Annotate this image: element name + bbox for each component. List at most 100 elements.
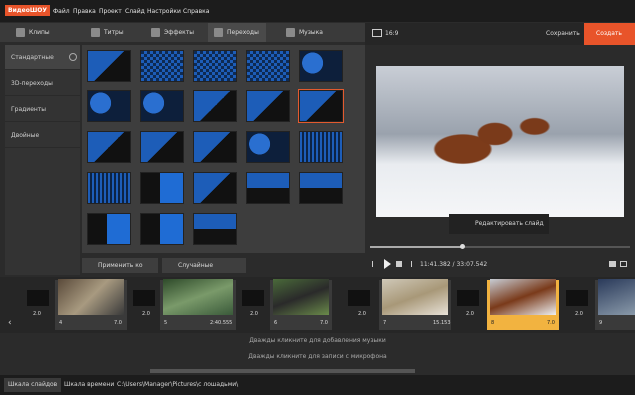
slide-duration: 7.0 xyxy=(320,320,328,326)
tab-titles[interactable]: Титры xyxy=(85,23,145,42)
transition-thumb[interactable] xyxy=(193,213,237,245)
stop-icon[interactable] xyxy=(396,261,402,267)
tab-transitions[interactable]: Переходы xyxy=(208,23,266,42)
transition-thumb[interactable] xyxy=(193,131,237,163)
transition-thumb[interactable] xyxy=(140,50,184,82)
slide-number: 4 xyxy=(59,320,63,326)
close-icon[interactable] xyxy=(69,53,77,61)
tab-time-timeline[interactable]: Шкала времени xyxy=(60,378,118,392)
music-track[interactable]: Дважды кликните для добавления музыки xyxy=(0,334,635,348)
tab-slide-timeline[interactable]: Шкала слайдов xyxy=(4,378,62,392)
transitions-grid xyxy=(82,45,365,253)
transition-duration: 2.0 xyxy=(250,311,258,317)
scrubber-progress xyxy=(370,246,461,248)
transition-item[interactable] xyxy=(348,290,370,306)
tab-effects[interactable]: Эффекты xyxy=(145,23,205,42)
transition-item[interactable] xyxy=(133,290,155,306)
transition-thumb[interactable] xyxy=(246,172,290,204)
transition-thumb[interactable] xyxy=(299,131,343,163)
transition-item[interactable] xyxy=(457,290,479,306)
slide-thumbnail xyxy=(598,279,635,315)
slide-number: 6 xyxy=(274,320,278,326)
mic-track[interactable]: Дважды кликните для записи с микрофона xyxy=(0,350,635,364)
transition-thumb[interactable] xyxy=(87,131,131,163)
titles-icon xyxy=(91,28,100,37)
music-icon xyxy=(286,28,295,37)
transition-duration: 2.0 xyxy=(142,311,150,317)
menu-help[interactable]: Справка xyxy=(183,8,209,15)
transition-thumb[interactable] xyxy=(140,172,184,204)
slide-thumbnail xyxy=(58,279,124,315)
slide-thumbnail xyxy=(273,279,329,315)
slide-thumbnail xyxy=(382,279,448,315)
prev-icon[interactable] xyxy=(372,261,378,267)
transition-thumb[interactable] xyxy=(87,50,131,82)
timecode: 11:41.382 / 33:07.542 xyxy=(420,261,488,268)
transitions-icon xyxy=(214,28,223,37)
scroll-left-icon[interactable]: ‹ xyxy=(8,318,12,328)
slide-number: 7 xyxy=(383,320,387,326)
transition-duration: 2.0 xyxy=(33,311,41,317)
aspect-ratio[interactable]: 16:9 xyxy=(385,30,398,37)
apply-all-button[interactable]: Применить ко всем xyxy=(82,258,158,284)
transition-thumb[interactable] xyxy=(140,90,184,122)
transition-thumb[interactable] xyxy=(193,172,237,204)
transition-thumb-selected[interactable] xyxy=(298,89,344,123)
transition-thumb[interactable] xyxy=(193,50,237,82)
menu-file[interactable]: Файл xyxy=(53,8,70,15)
transition-thumb[interactable] xyxy=(246,131,290,163)
effects-icon xyxy=(151,28,160,37)
transition-thumb[interactable] xyxy=(140,131,184,163)
transition-thumb[interactable] xyxy=(140,213,184,245)
create-button[interactable]: Создать xyxy=(584,23,635,45)
transition-duration: 2.0 xyxy=(466,311,474,317)
slide-number: 8 xyxy=(491,320,495,326)
transition-thumb[interactable] xyxy=(87,172,131,204)
menu-slide[interactable]: Слайд xyxy=(125,8,145,15)
scrubber-handle[interactable] xyxy=(460,244,465,249)
next-icon[interactable] xyxy=(406,261,412,267)
slide-thumbnail xyxy=(163,279,233,315)
category-gradients[interactable]: Градиенты xyxy=(5,97,80,122)
play-icon[interactable] xyxy=(384,259,391,269)
tab-clips[interactable]: Клипы xyxy=(10,23,70,42)
category-3d[interactable]: 3D-переходы xyxy=(5,71,80,96)
save-button[interactable]: Сохранить xyxy=(546,30,580,37)
project-path: C:\Users\Manager\Pictures\с лошадьми\ xyxy=(117,381,239,388)
transition-thumb[interactable] xyxy=(87,90,131,122)
slide-duration: 7.0 xyxy=(547,320,555,326)
transition-thumb[interactable] xyxy=(299,172,343,204)
timeline-scrollbar[interactable] xyxy=(150,369,415,373)
transition-item[interactable] xyxy=(27,290,49,306)
slide-number: 9 xyxy=(599,320,603,326)
random-transitions-button[interactable]: Случайные переходы xyxy=(162,258,246,284)
camera-icon[interactable] xyxy=(609,261,616,267)
clips-icon xyxy=(16,28,25,37)
slide-duration: 15.153 xyxy=(433,320,451,326)
menu-edit[interactable]: Правка xyxy=(73,8,96,15)
tab-music[interactable]: Музыка xyxy=(280,23,340,42)
transition-thumb[interactable] xyxy=(299,50,343,82)
transition-thumb[interactable] xyxy=(246,90,290,122)
edit-slide-button[interactable]: Редактировать слайд xyxy=(449,214,549,234)
slide-duration: 2:40.555 xyxy=(210,320,233,326)
fullscreen-icon[interactable] xyxy=(620,261,627,267)
transition-thumb[interactable] xyxy=(87,213,131,245)
transition-item[interactable] xyxy=(566,290,588,306)
transition-duration: 2.0 xyxy=(575,311,583,317)
slide-duration: 7.0 xyxy=(114,320,122,326)
app-logo: ВидеоШОУ xyxy=(5,5,50,16)
slide-number: 5 xyxy=(164,320,168,326)
transition-thumb[interactable] xyxy=(193,90,237,122)
transition-item[interactable] xyxy=(242,290,264,306)
menu-project[interactable]: Проект xyxy=(99,8,122,15)
monitor-icon xyxy=(372,29,382,37)
transition-categories: Стандартные 3D-переходы Градиенты Двойны… xyxy=(5,45,80,275)
slide-thumbnail xyxy=(490,279,556,315)
transition-thumb[interactable] xyxy=(246,50,290,82)
menu-settings[interactable]: Настройки xyxy=(147,8,181,15)
tabs-bar: Клипы Титры Эффекты Переходы Музыка xyxy=(0,23,365,42)
preview-image xyxy=(376,66,624,217)
transition-duration: 2.0 xyxy=(358,311,366,317)
category-double[interactable]: Двойные xyxy=(5,123,80,148)
